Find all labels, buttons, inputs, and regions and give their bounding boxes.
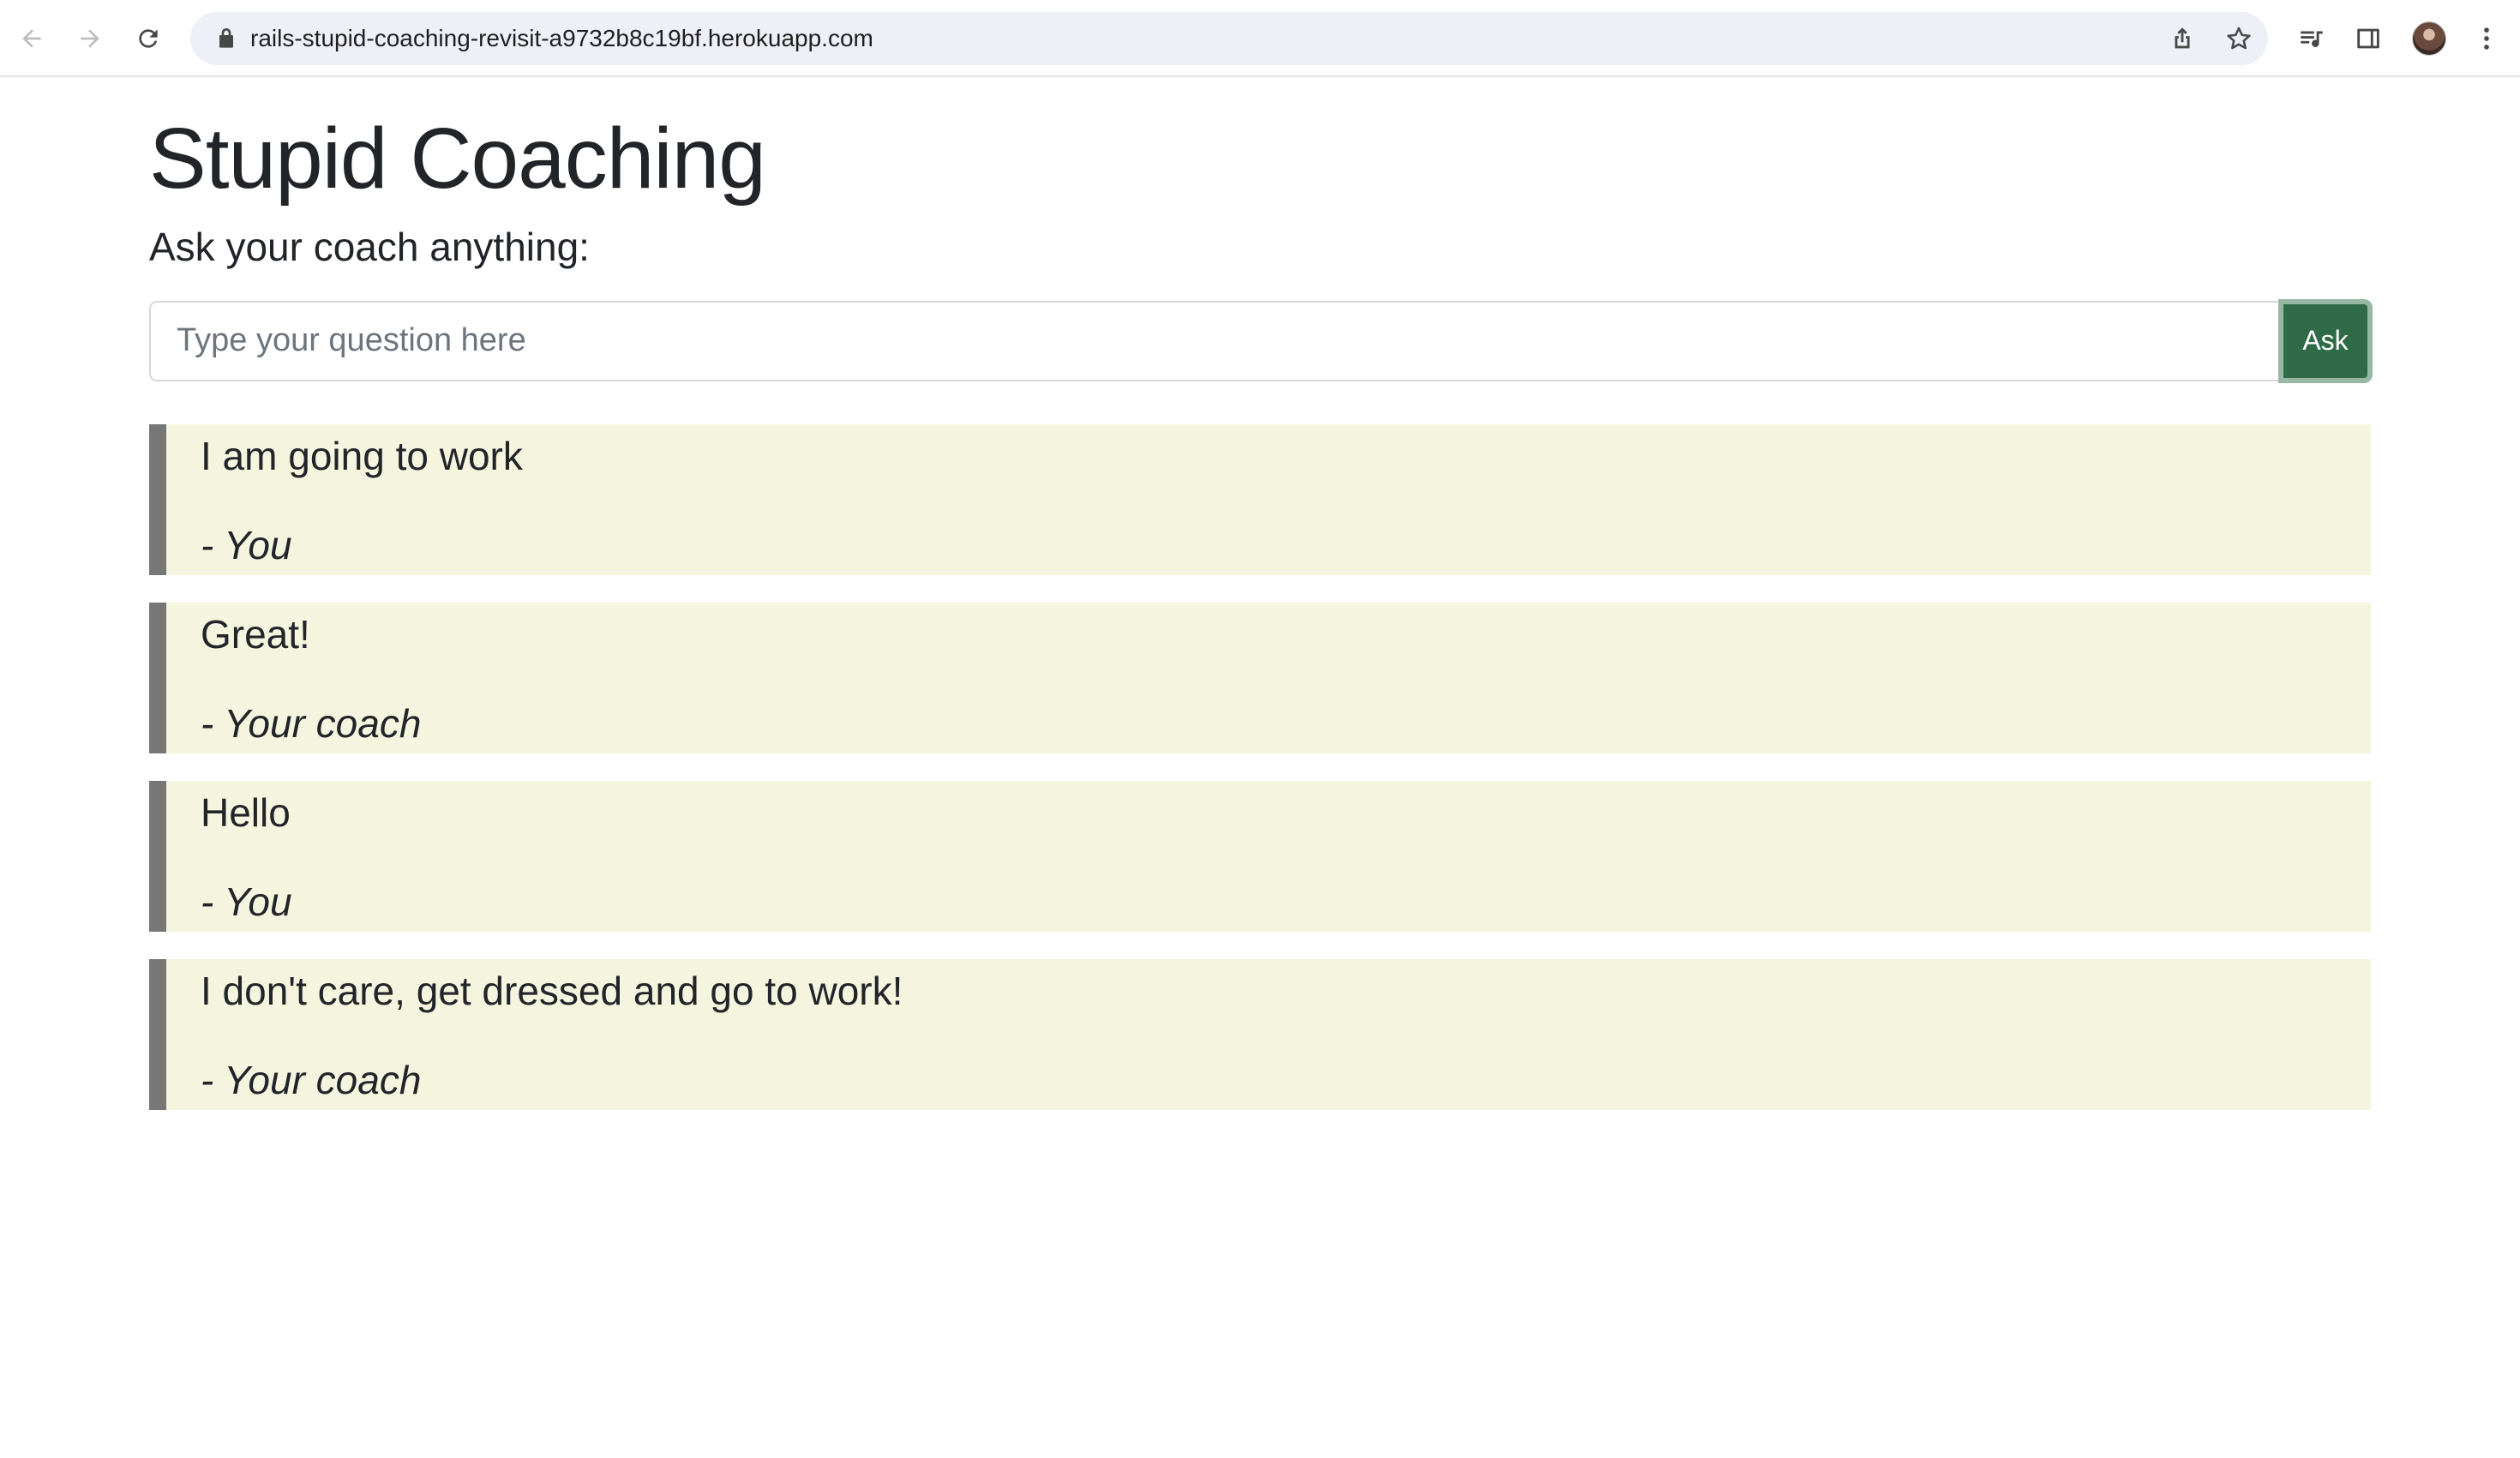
profile-avatar[interactable] — [2412, 21, 2446, 56]
address-bar[interactable]: rails-stupid-coaching-revisit-a9732b8c19… — [190, 12, 2268, 65]
lock-icon — [219, 28, 233, 48]
page-title: Stupid Coaching — [149, 111, 766, 207]
message-item: Great! - Your coach — [149, 602, 2371, 753]
message-list: I am going to work - You Great! - Your c… — [149, 423, 2371, 1110]
reload-icon — [139, 29, 158, 48]
message-author: - Your coach — [201, 700, 422, 746]
ask-form: Ask — [149, 298, 2373, 383]
message-item: I am going to work - You — [149, 423, 2371, 575]
forward-icon — [81, 29, 99, 48]
forward-button[interactable] — [70, 19, 110, 58]
side-panel-icon — [2357, 28, 2379, 49]
star-icon — [2227, 27, 2251, 50]
message-item: Hello - You — [149, 780, 2371, 932]
message-item: I don't care, get dressed and go to work… — [149, 958, 2371, 1110]
message-author: - Your coach — [201, 1057, 422, 1102]
menu-icon — [2484, 27, 2489, 50]
message-text: Great! — [201, 611, 310, 657]
bookmark-button[interactable] — [2223, 23, 2254, 54]
back-icon — [22, 29, 41, 48]
share-icon — [2175, 27, 2190, 49]
message-text: I don't care, get dressed and go to work… — [201, 968, 903, 1013]
question-input[interactable] — [149, 300, 2283, 381]
side-panel-button[interactable] — [2349, 19, 2388, 58]
page-container: Stupid Coaching Ask your coach anything:… — [149, 79, 2373, 1137]
reload-button[interactable] — [129, 19, 168, 58]
back-button[interactable] — [12, 19, 51, 58]
media-controls-button[interactable] — [2292, 19, 2331, 58]
browser-menu-button[interactable] — [2467, 19, 2506, 58]
message-author: - You — [201, 522, 292, 567]
message-author: - You — [201, 879, 292, 924]
ask-button[interactable]: Ask — [2278, 298, 2373, 383]
media-icon — [2301, 31, 2323, 47]
message-text: I am going to work — [201, 433, 523, 478]
prompt-label: Ask your coach anything: — [149, 225, 590, 269]
url-text: rails-stupid-coaching-revisit-a9732b8c19… — [250, 25, 873, 51]
message-text: Hello — [201, 789, 291, 835]
share-button[interactable] — [2167, 23, 2198, 54]
browser-toolbar: rails-stupid-coaching-revisit-a9732b8c19… — [0, 0, 2520, 77]
